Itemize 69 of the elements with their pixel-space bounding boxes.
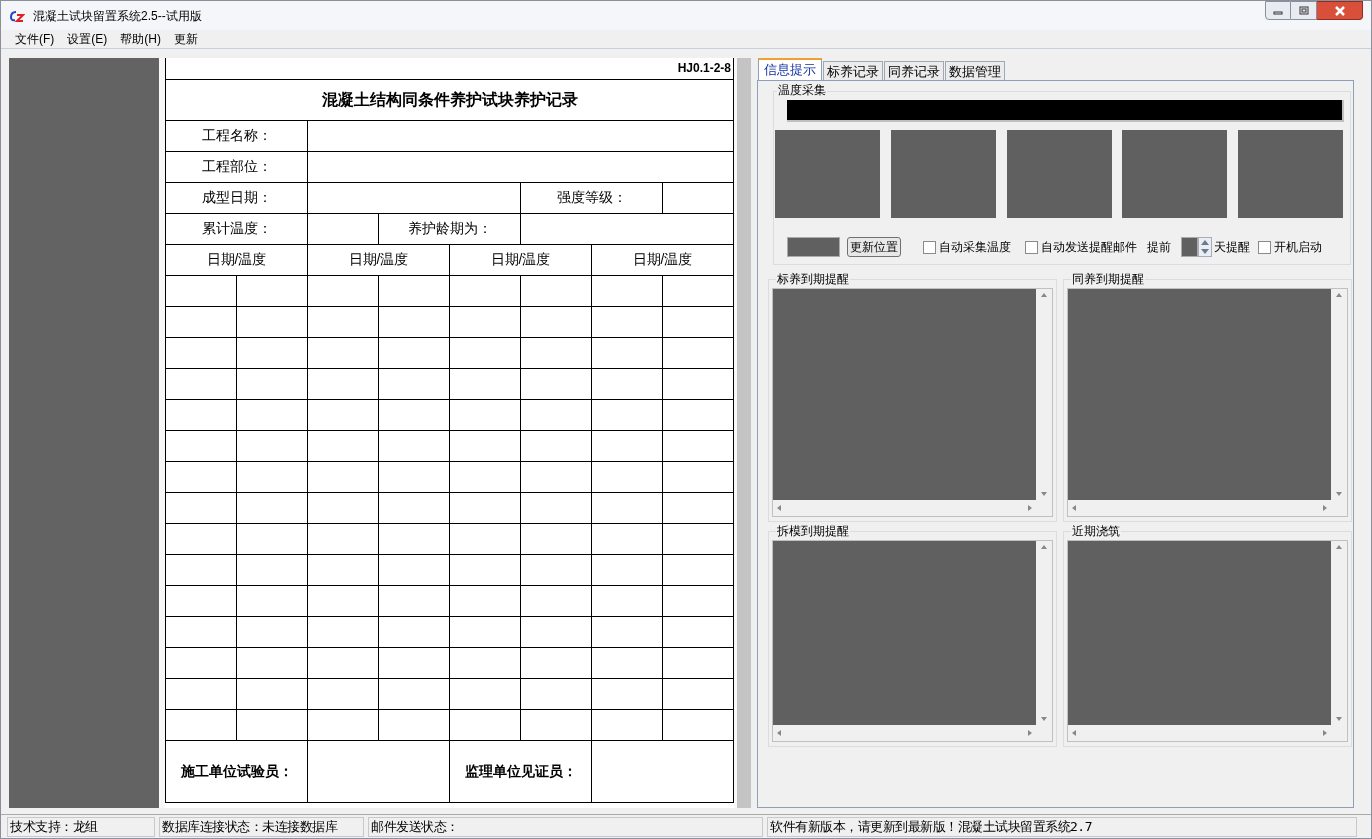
status-panel: 软件有新版本，请更新到最新版！混凝土试块留置系统2.7 xyxy=(767,816,1357,837)
left-arrow-icon xyxy=(777,505,781,511)
status-panel: 邮件发送状态： xyxy=(368,816,763,837)
right-arrow-icon xyxy=(1323,505,1327,511)
up-arrow-icon xyxy=(1041,293,1047,297)
signature-label: 监理单位见证员： xyxy=(449,740,592,802)
signature-label: 施工单位试验员： xyxy=(165,740,308,802)
app-logo-icon xyxy=(9,8,25,23)
down-arrow-icon xyxy=(1201,249,1209,254)
update-position-button[interactable]: 更新位置 xyxy=(847,237,901,257)
column-header: 日期/温度 xyxy=(307,244,450,275)
down-arrow-icon xyxy=(1336,717,1342,721)
up-arrow-icon xyxy=(1041,545,1047,549)
scrollbar[interactable] xyxy=(737,58,751,808)
maximize-icon xyxy=(1298,6,1309,15)
column-header: 日期/温度 xyxy=(165,244,308,275)
checkbox[interactable] xyxy=(1258,240,1271,254)
up-arrow-icon xyxy=(1336,545,1342,549)
right-arrow-icon xyxy=(1028,730,1032,736)
close-button[interactable] xyxy=(1317,1,1363,20)
menu-item[interactable]: 帮助(H) xyxy=(114,30,167,48)
menu-item[interactable]: 文件(F) xyxy=(9,30,61,48)
position-field[interactable] xyxy=(787,237,840,257)
menu-item[interactable]: 设置(E) xyxy=(61,30,114,48)
field-label: 成型日期： xyxy=(165,182,308,213)
field-label: 工程名称： xyxy=(165,120,308,151)
tab[interactable]: 信息提示 xyxy=(758,58,822,80)
tab[interactable]: 数据管理 xyxy=(945,61,1005,80)
form-title: 混凝土结构同条件养护试块养护记录 xyxy=(165,79,734,120)
up-arrow-icon xyxy=(1336,293,1342,297)
field-label: 工程部位： xyxy=(165,151,308,182)
days-field[interactable] xyxy=(1181,237,1198,257)
right-arrow-icon xyxy=(1323,730,1327,736)
down-arrow-icon xyxy=(1336,492,1342,496)
up-arrow-icon xyxy=(1201,240,1209,245)
form-code: HJ0.1-2-8 xyxy=(165,58,734,79)
group-title: 温度采集 xyxy=(777,83,827,97)
menu-item[interactable]: 更新 xyxy=(168,30,204,48)
tab[interactable]: 标养记录 xyxy=(823,61,883,80)
spin-buttons[interactable] xyxy=(1198,237,1212,257)
down-arrow-icon xyxy=(1041,717,1047,721)
group-title: 近期浇筑 xyxy=(1071,524,1121,538)
checkbox-label: 开机启动 xyxy=(1274,239,1322,256)
advance-label: 提前 xyxy=(1147,239,1171,256)
close-icon xyxy=(1333,5,1346,16)
maximize-button[interactable] xyxy=(1291,1,1317,20)
down-arrow-icon xyxy=(1041,492,1047,496)
group-title: 同养到期提醒 xyxy=(1071,272,1145,286)
minimize-button[interactable] xyxy=(1265,1,1291,20)
column-header: 日期/温度 xyxy=(449,244,592,275)
field-label: 强度等级： xyxy=(520,182,663,213)
window-title: 混凝土试块留置系统2.5--试用版 xyxy=(33,7,202,25)
left-arrow-icon xyxy=(1072,730,1076,736)
checkbox-label: 自动采集温度 xyxy=(939,239,1011,256)
group-title: 拆模到期提醒 xyxy=(776,524,850,538)
left-arrow-icon xyxy=(1072,505,1076,511)
checkbox-label: 自动发送提醒邮件 xyxy=(1041,239,1137,256)
tab[interactable]: 同养记录 xyxy=(884,61,944,80)
checkbox[interactable] xyxy=(923,240,936,254)
left-arrow-icon xyxy=(777,730,781,736)
checkbox[interactable] xyxy=(1025,240,1038,254)
group-title: 标养到期提醒 xyxy=(776,272,850,286)
right-arrow-icon xyxy=(1028,505,1032,511)
column-header: 日期/温度 xyxy=(591,244,734,275)
field-label: 养护龄期为： xyxy=(378,213,521,244)
days-label: 天提醒 xyxy=(1214,239,1250,256)
field-label: 累计温度： xyxy=(165,213,308,244)
status-panel: 技术支持：龙组 xyxy=(7,816,155,837)
status-panel: 数据库连接状态：未连接数据库 xyxy=(159,816,364,837)
